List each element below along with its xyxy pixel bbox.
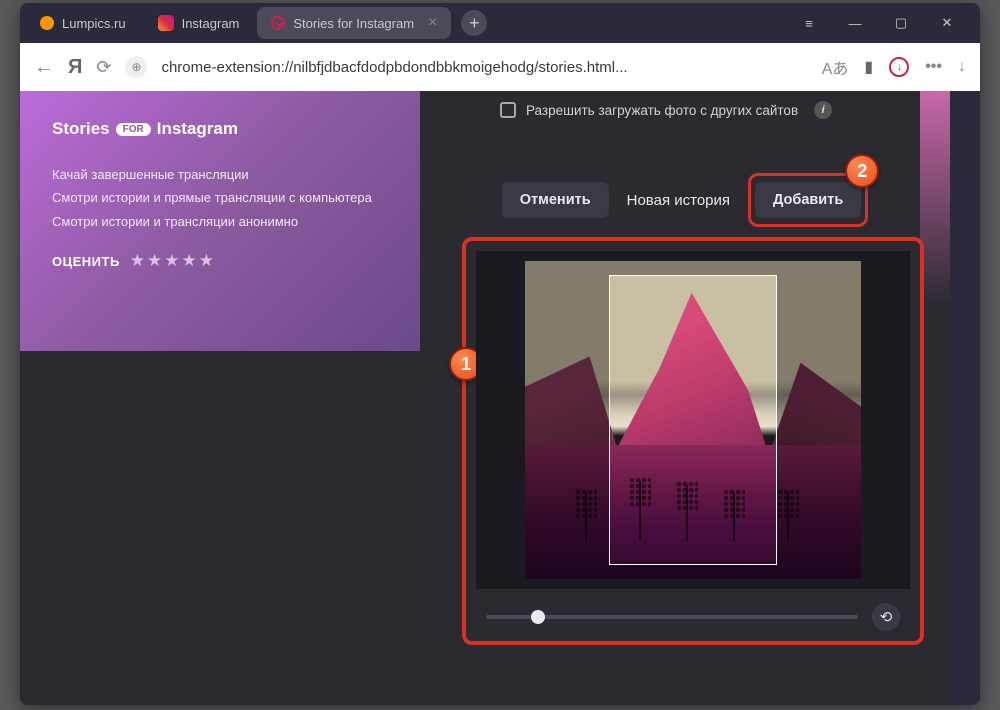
slider-thumb[interactable] [531,610,545,624]
rating-label: ОЦЕНИТЬ [52,254,120,269]
annotation-highlight-add: Добавить 2 [748,173,868,227]
image-canvas[interactable] [476,251,910,589]
yandex-icon[interactable]: Я [68,56,82,79]
checkbox-label: Разрешить загружать фото с других сайтов [526,103,798,118]
upload-option-row: Разрешить загружать фото с других сайтов… [420,91,950,119]
browser-window: Lumpics.ru Instagram Stories for Instagr… [20,3,980,705]
back-button[interactable]: ← [34,56,54,79]
tab-label: Stories for Instagram [293,16,414,31]
annotation-marker-2: 2 [845,154,879,188]
url-text[interactable]: chrome-extension://nilbfjdbacfdodpbdondb… [161,59,807,76]
menu-icon[interactable]: ≡ [790,8,828,38]
sidebar-background [20,351,420,705]
download-extension-icon[interactable]: ↓ [889,57,909,77]
translate-icon[interactable]: Aあ [822,55,849,79]
tab-lumpics[interactable]: Lumpics.ru [26,7,140,39]
feature-item: Смотри истории и трансляции анонимно [52,210,388,233]
extension-title: Stories FOR Instagram [52,119,388,139]
page-content: Stories FOR Instagram Качай завершенные … [20,91,980,705]
close-icon[interactable]: × [428,14,437,32]
rating-row: ОЦЕНИТЬ ★★★★★ [52,251,388,271]
editor-title: Новая история [621,192,736,209]
zoom-slider[interactable] [486,615,858,619]
editor-actions: Отменить Новая история Добавить 2 [420,173,950,227]
for-badge: FOR [116,123,151,136]
tab-label: Instagram [182,16,240,31]
more-icon[interactable]: ••• [925,58,942,76]
favicon-instagram [158,15,174,31]
title-part: Instagram [157,119,238,139]
allow-external-checkbox[interactable] [500,102,516,118]
extension-sidebar: Stories FOR Instagram Качай завершенные … [20,91,420,351]
downloads-icon[interactable]: ↓ [958,58,966,76]
minimize-button[interactable]: — [836,8,874,38]
tab-instagram[interactable]: Instagram [144,7,254,39]
reload-button[interactable]: ⟳ [96,57,111,78]
title-part: Stories [52,119,110,139]
rating-stars[interactable]: ★★★★★ [130,251,216,271]
crop-editor: 1 [462,237,924,645]
decorative-strip [920,91,950,705]
story-image [525,261,861,579]
new-tab-button[interactable]: + [461,10,487,36]
site-identity-icon[interactable]: ⊕ [125,56,147,78]
window-controls: ≡ — ▢ ✕ [790,8,974,38]
crop-frame[interactable] [609,275,777,565]
tab-stories-extension[interactable]: Stories for Instagram × [257,7,451,39]
add-button[interactable]: Добавить [755,182,861,218]
close-button[interactable]: ✕ [928,8,966,38]
cancel-button[interactable]: Отменить [502,182,609,218]
rotate-button[interactable]: ⟲ [872,603,900,631]
tab-label: Lumpics.ru [62,16,126,31]
feature-item: Качай завершенные трансляции [52,163,388,186]
address-actions: Aあ ▮ ↓ ••• ↓ [822,55,966,79]
favicon-lumpics [40,16,54,30]
story-editor-panel: Разрешить загружать фото с других сайтов… [420,91,950,705]
bookmark-icon[interactable]: ▮ [864,57,873,77]
tab-bar: Lumpics.ru Instagram Stories for Instagr… [20,3,980,43]
info-icon[interactable]: i [814,101,832,119]
feature-item: Смотри истории и прямые трансляции с ком… [52,186,388,209]
favicon-stories [271,16,285,30]
zoom-controls: ⟲ [476,603,910,631]
address-bar: ← Я ⟳ ⊕ chrome-extension://nilbfjdbacfdo… [20,43,980,91]
maximize-button[interactable]: ▢ [882,8,920,38]
